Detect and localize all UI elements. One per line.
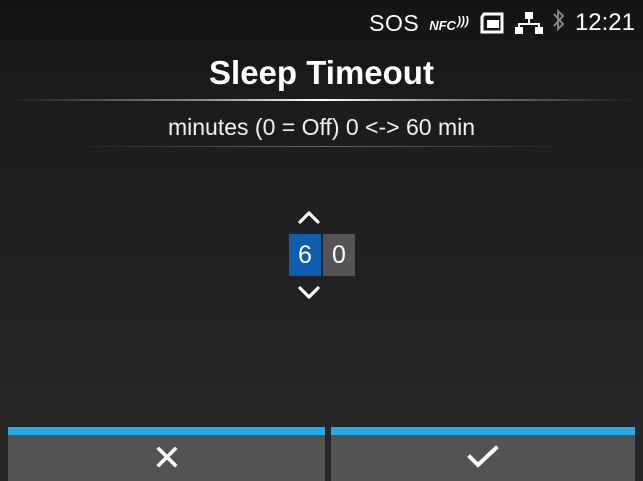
sos-indicator: SOS: [369, 9, 420, 36]
nfc-icon: NFC))): [429, 14, 469, 33]
status-bar: SOS NFC))) 12:21: [369, 6, 635, 40]
screen: SOS NFC))) 12:21 Sleep Timeout minutes (…: [0, 0, 643, 481]
page-title: Sleep Timeout: [209, 54, 434, 91]
confirm-button[interactable]: [331, 427, 635, 481]
nfc-waves-icon: ))): [456, 13, 469, 28]
nfc-label: NFC: [429, 17, 456, 33]
value-stepper[interactable]: 6 0: [289, 234, 355, 276]
range-description: minutes (0 = Off) 0 <-> 60 min: [167, 114, 476, 140]
increment-arrow-icon[interactable]: [296, 208, 322, 226]
digit-ones[interactable]: 0: [323, 234, 355, 276]
network-icon: [514, 11, 543, 35]
sd-card-icon: [479, 12, 505, 34]
decrement-arrow-icon[interactable]: [296, 284, 322, 302]
close-icon: [155, 445, 178, 473]
digit-tens[interactable]: 6: [289, 234, 321, 276]
clock: 12:21: [574, 9, 635, 36]
cancel-button[interactable]: [8, 427, 325, 481]
subtitle-divider: [70, 146, 573, 147]
checkmark-icon: [467, 444, 499, 474]
title-divider: [8, 99, 635, 101]
bluetooth-icon: [553, 8, 565, 38]
